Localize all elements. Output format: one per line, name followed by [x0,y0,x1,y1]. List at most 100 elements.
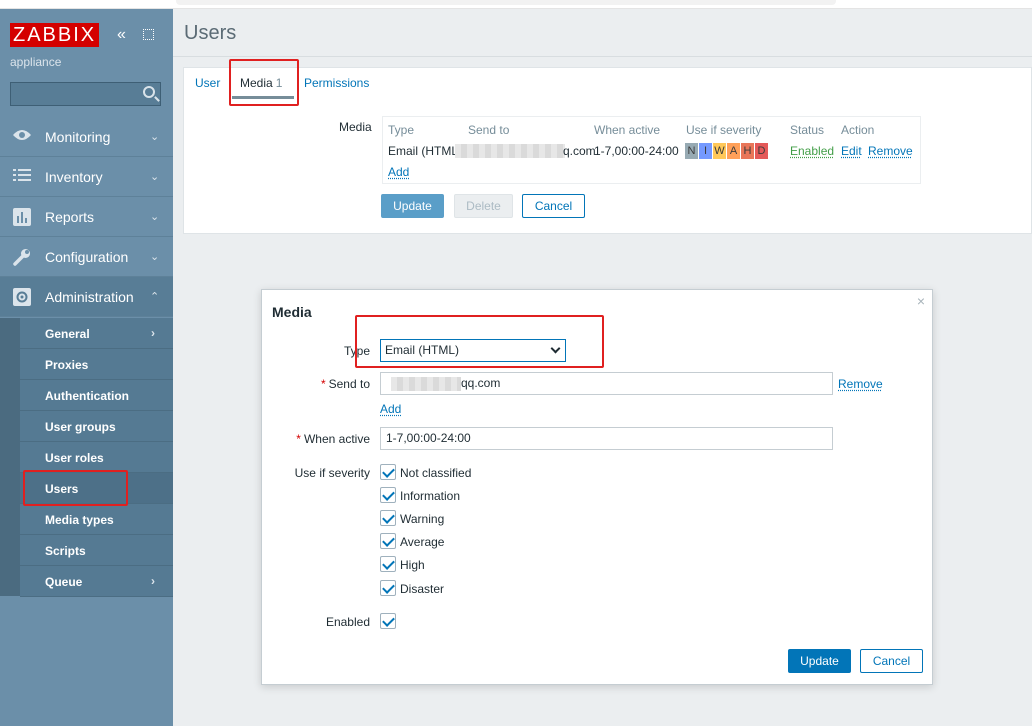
add-send-to-link[interactable]: Add [380,402,401,416]
when-active-label: * When active [296,432,370,446]
media-table: Type Send to When active Use if severity… [382,116,921,184]
submenu-user-groups[interactable]: User groups [20,411,173,442]
menu-label: Configuration [45,249,129,265]
wrench-icon [12,248,32,266]
eye-icon [12,128,32,146]
checkbox-warning[interactable] [380,510,396,526]
checkbox-disaster[interactable] [380,580,396,596]
severity-not-classified: N [685,143,699,159]
menu-monitoring[interactable]: Monitoring ⌄ [0,117,173,157]
send-to-label: * Send to [320,377,370,391]
when-active-input[interactable]: 1-7,00:00-24:00 [380,427,833,450]
tab-bar: User Media 1 Permissions [184,68,1032,102]
browser-top-strip [0,0,1032,9]
enabled-label: Enabled [325,615,370,629]
submenu-queue[interactable]: Queue › [20,566,173,597]
checkbox-label: Average [400,535,445,549]
column-header: Action [841,123,875,137]
update-button[interactable]: Update [381,194,444,218]
dialog-update-button[interactable]: Update [788,649,851,673]
column-header: Use if severity [686,123,762,137]
checkbox-information[interactable] [380,487,396,503]
cancel-button[interactable]: Cancel [522,194,585,218]
submenu-general[interactable]: General › [20,318,173,349]
chevron-right-icon: › [151,326,155,340]
type-label: Type [343,344,370,358]
column-header: When active [594,123,661,137]
menu-label: Administration [45,289,134,305]
severity-information: I [699,143,713,159]
remove-send-to-link[interactable]: Remove [838,377,883,391]
menu-label: Inventory [45,169,103,185]
status-enabled-link[interactable]: Enabled [790,144,834,158]
menu-inventory[interactable]: Inventory ⌄ [0,157,173,197]
chevron-down-icon [550,343,561,354]
page-title: Users [184,22,237,44]
tab-media[interactable]: Media 1 [240,76,282,90]
severity-average: A [727,143,741,159]
dialog-cancel-button[interactable]: Cancel [860,649,923,673]
delete-button[interactable]: Delete [454,194,513,218]
menu-label: Reports [45,209,95,225]
menu-reports[interactable]: Reports ⌄ [0,197,173,237]
bar-chart-icon [12,208,32,226]
remove-media-link[interactable]: Remove [868,144,913,158]
tab-permissions[interactable]: Permissions [304,76,369,90]
when-active-cell: 1-7,00:00-24:00 [594,144,679,158]
severity-label: Use if severity [294,466,370,480]
submenu-scripts[interactable]: Scripts [20,535,173,566]
menu-label: Monitoring [45,129,111,145]
column-header: Send to [468,123,510,137]
checkbox-not-classified[interactable] [380,464,396,480]
redacted-email [455,144,565,158]
submenu-media-types[interactable]: Media types [20,504,173,535]
redacted-email [391,377,461,391]
column-header: Type [388,123,415,137]
list-icon [12,168,32,186]
severity-indicator: N I W A H D [685,143,769,159]
server-name: appliance [10,55,62,69]
edit-media-link[interactable]: Edit [841,144,862,158]
checkbox-label: High [400,558,425,572]
checkbox-average[interactable] [380,533,396,549]
kiosk-mode-icon[interactable] [143,29,154,40]
menu-administration[interactable]: Administration ⌃ [0,277,173,317]
gear-icon [12,288,32,306]
checkbox-label: Warning [400,512,445,526]
checkbox-high[interactable] [380,556,396,572]
zabbix-logo[interactable]: ZABBIX [10,23,100,47]
sidebar-search-input[interactable] [10,82,161,106]
search-icon[interactable] [143,86,155,98]
media-type-cell: Email (HTML [388,144,459,158]
sidebar: ZABBIX « appliance Monitoring ⌄ Inventor… [0,9,173,726]
checkbox-label: Information [400,489,461,503]
submenu-proxies[interactable]: Proxies [20,349,173,380]
tab-count-badge: 1 [275,76,283,90]
media-dialog: Media × Type Email (HTML) * Send to qq.co… [261,289,933,685]
chevron-down-icon: ⌄ [150,171,160,183]
add-media-link[interactable]: Add [388,165,409,179]
close-icon[interactable]: × [917,294,925,308]
menu-configuration[interactable]: Configuration ⌄ [0,237,173,277]
collapse-sidebar-icon[interactable]: « [117,26,126,44]
user-form-panel: User Media 1 Permissions Media Type Send … [183,67,1032,234]
chevron-right-icon: › [151,574,155,588]
chevron-up-icon: ⌃ [150,291,160,303]
checkbox-label: Disaster [400,582,445,596]
type-select[interactable]: Email (HTML) [380,339,566,362]
divider [173,56,1032,57]
administration-submenu: General › Proxies Authentication User gro… [0,318,173,597]
active-tab-indicator [232,96,294,99]
severity-high: H [741,143,755,159]
submenu-users[interactable]: Users [20,473,173,504]
checkbox-label: Not classified [400,466,472,480]
tab-user[interactable]: User [195,76,220,90]
severity-warning: W [713,143,727,159]
checkbox-enabled[interactable] [380,613,396,629]
severity-disaster: D [755,143,769,159]
submenu-user-roles[interactable]: User roles [20,442,173,473]
send-to-input[interactable]: qq.com [380,372,833,395]
chevron-down-icon: ⌄ [150,211,160,223]
submenu-authentication[interactable]: Authentication [20,380,173,411]
column-header: Status [790,123,825,137]
